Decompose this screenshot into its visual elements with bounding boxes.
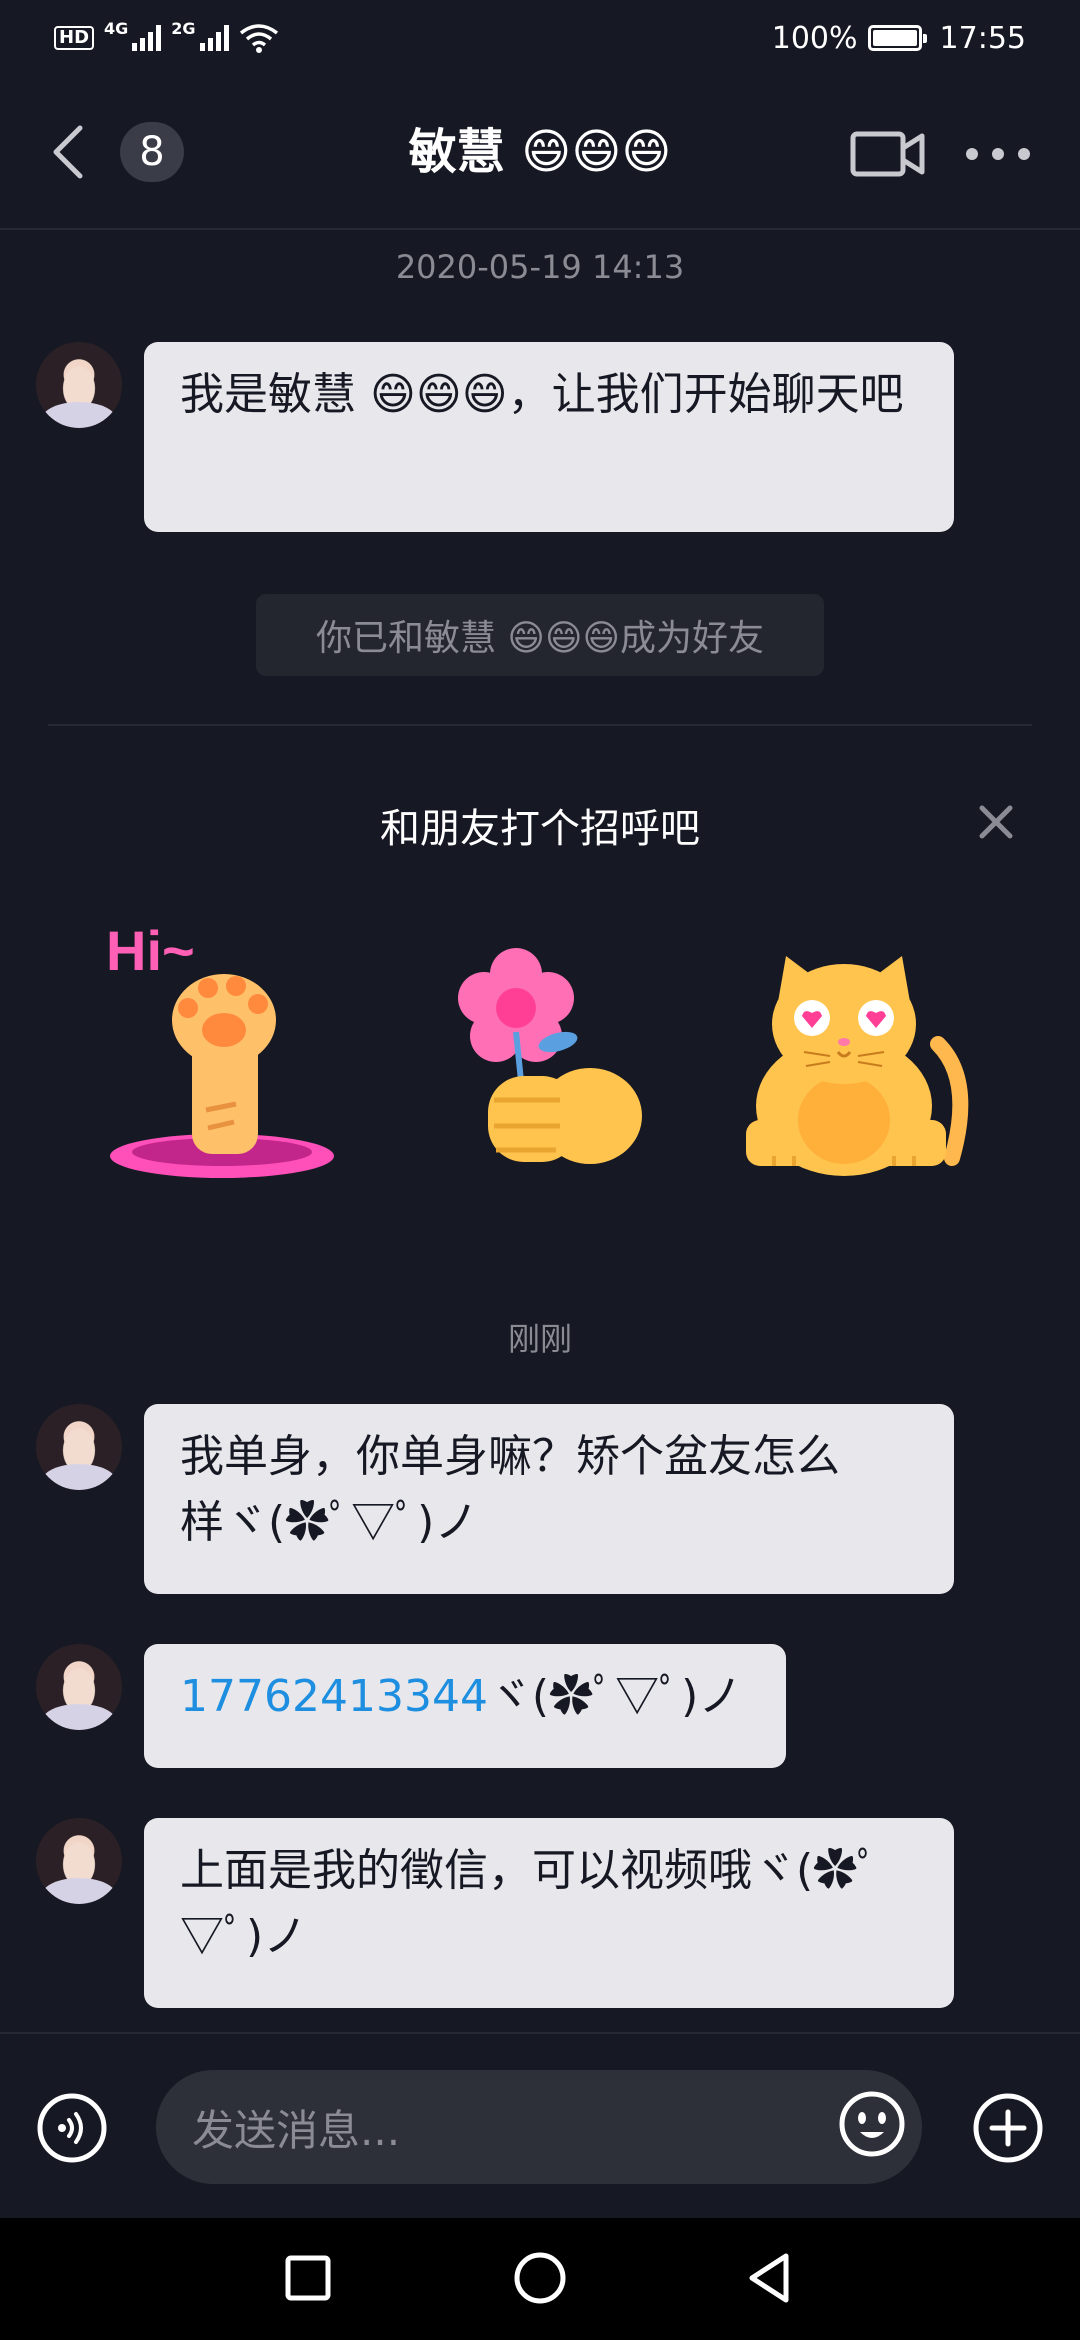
avatar[interactable] xyxy=(36,1404,122,1490)
emoji-icon[interactable] xyxy=(836,2088,908,2160)
voice-input-icon[interactable] xyxy=(36,2092,108,2164)
greeting-title: 和朋友打个招呼吧 xyxy=(380,806,700,852)
hi-paw-sticker[interactable]: Hi~ xyxy=(96,920,356,1180)
message-input[interactable]: 发送消息... xyxy=(156,2070,922,2184)
status-right: 100% 17:55 xyxy=(772,21,1026,56)
network-2g-label: 2G xyxy=(171,18,196,38)
plus-icon[interactable] xyxy=(972,2092,1044,2164)
phone-number-link[interactable]: 17762413344 xyxy=(180,1671,488,1722)
unread-count-badge[interactable]: 8 xyxy=(120,122,184,182)
chat-title: 敏慧 😄😄😄 xyxy=(408,124,672,180)
signal-icon-2 xyxy=(199,25,229,51)
system-nav-bar xyxy=(0,2218,1080,2340)
status-bar: HD 4G 2G 100% 17:55 xyxy=(0,0,1080,76)
divider xyxy=(48,724,1032,726)
message-text: ヾ(✿ﾟ▽ﾟ)ノ xyxy=(487,1671,743,1722)
more-options-icon[interactable] xyxy=(966,126,1030,182)
clock: 17:55 xyxy=(939,20,1026,56)
status-left: HD 4G 2G xyxy=(54,19,279,53)
battery-percent: 100% xyxy=(771,20,858,56)
message-timestamp: 2020-05-19 14:13 xyxy=(395,248,685,286)
message-timestamp: 刚刚 xyxy=(507,1320,572,1358)
message-bubble[interactable]: 我单身，你单身嘛？矫个盆友怎么样ヾ(✿ﾟ▽ﾟ)ノ xyxy=(144,1404,954,1594)
home-icon[interactable] xyxy=(510,2248,570,2308)
input-bar: 发送消息... xyxy=(0,2032,1080,2218)
avatar[interactable] xyxy=(36,1644,122,1730)
avatar[interactable] xyxy=(36,1818,122,1904)
avatar[interactable] xyxy=(36,342,122,428)
back-nav-icon[interactable] xyxy=(740,2248,800,2308)
battery-icon xyxy=(867,25,927,51)
signal-icon xyxy=(132,25,162,51)
wifi-icon xyxy=(239,24,278,53)
sticker-hi-text: Hi~ xyxy=(106,920,195,982)
message-bubble[interactable]: 我是敏慧 😄😄😄，让我们开始聊天吧 xyxy=(144,342,954,532)
recent-apps-icon[interactable] xyxy=(278,2248,338,2308)
video-call-icon[interactable] xyxy=(850,126,926,182)
hd-badge: HD xyxy=(54,26,95,50)
close-icon[interactable] xyxy=(974,800,1018,844)
message-bubble[interactable]: 17762413344ヾ(✿ﾟ▽ﾟ)ノ xyxy=(144,1644,786,1768)
chat-header: 8 敏慧 😄😄😄 xyxy=(0,76,1080,230)
flower-hand-sticker[interactable] xyxy=(410,920,670,1180)
network-4g-label: 4G xyxy=(104,18,129,38)
back-arrow-icon[interactable] xyxy=(44,122,94,182)
heart-eyes-cat-sticker[interactable] xyxy=(734,920,994,1180)
system-message: 你已和敏慧 😄😄😄成为好友 xyxy=(256,594,824,676)
message-bubble[interactable]: 上面是我的徵信，可以视频哦ヾ(✿ﾟ▽ﾟ)ノ xyxy=(144,1818,954,2008)
